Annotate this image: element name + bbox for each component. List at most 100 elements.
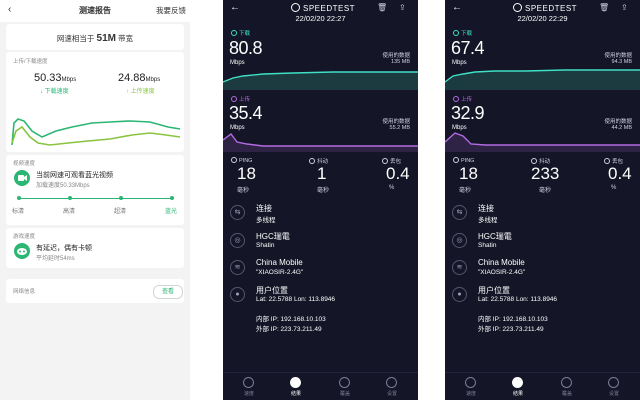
settings-gear-icon[interactable] bbox=[608, 377, 619, 388]
bandwidth-summary: 网速相当于 51M 带宽 bbox=[6, 33, 184, 44]
share-icon[interactable]: ⇪ bbox=[399, 3, 406, 12]
speed-gauge-icon[interactable] bbox=[243, 377, 254, 388]
speedtest-logo-icon bbox=[513, 3, 522, 12]
results-check-icon[interactable] bbox=[290, 377, 301, 388]
stage-dot bbox=[170, 196, 174, 200]
stage-dot bbox=[68, 196, 72, 200]
download-label: 下载 bbox=[453, 29, 472, 37]
feedback-link[interactable]: 我要反馈 bbox=[156, 5, 186, 16]
ping-label: PING bbox=[231, 157, 252, 164]
coverage-map-pin-icon[interactable] bbox=[339, 377, 350, 388]
external-ip: 外部 IP: 223.73.211.49 bbox=[256, 326, 322, 333]
stage-sd: 标清 bbox=[12, 209, 25, 215]
nav-results[interactable]: 结果 bbox=[281, 390, 311, 397]
provider-location: Shatin bbox=[478, 242, 497, 249]
network-info-label: 网络信息 bbox=[13, 289, 36, 295]
download-data-used-label: 使用的数据 bbox=[382, 53, 410, 59]
jitter-unit: 毫秒 bbox=[317, 188, 330, 194]
bottom-nav: 速度 结果 覆盖 设置 bbox=[445, 372, 640, 400]
download-speed: 50.33Mbps bbox=[34, 72, 76, 84]
stage-bluray: 蓝光 bbox=[165, 209, 178, 215]
video-camera-icon bbox=[14, 170, 30, 186]
speedtest-brand: SPEEDTEST bbox=[291, 3, 355, 13]
wifi-icon: ≋ bbox=[230, 260, 245, 275]
upload-speed-value: 24.88 bbox=[118, 72, 146, 84]
network-info-card: 网络信息 查看 bbox=[6, 279, 184, 303]
nav-results[interactable]: 结果 bbox=[503, 390, 533, 397]
download-speed-line bbox=[11, 118, 181, 146]
connection-icon: ⇆ bbox=[230, 205, 245, 220]
download-label: 下载 bbox=[231, 29, 250, 37]
download-graph bbox=[223, 71, 418, 90]
back-arrow-icon[interactable]: ← bbox=[230, 2, 240, 13]
results-check-icon[interactable] bbox=[512, 377, 523, 388]
game-latency-text: 有延迟，偶有卡顿 bbox=[36, 245, 92, 252]
ping-icon bbox=[453, 157, 459, 163]
stage-hd: 高清 bbox=[63, 209, 76, 215]
jitter-value: 233 bbox=[531, 164, 560, 183]
download-data-used-label: 使用的数据 bbox=[604, 53, 632, 59]
wifi-icon: ≋ bbox=[452, 260, 467, 275]
loss-value: 0.4 bbox=[386, 164, 410, 183]
trash-icon[interactable]: 🗑 bbox=[599, 3, 609, 12]
speedtest-brand: SPEEDTEST bbox=[513, 3, 577, 13]
nav-coverage[interactable]: 覆盖 bbox=[552, 390, 582, 397]
connection-icon: ⇆ bbox=[452, 205, 467, 220]
bandwidth-value: 51M bbox=[96, 33, 116, 44]
connection-title: 连接 bbox=[256, 204, 272, 213]
carrier-title: China Mobile bbox=[256, 258, 303, 267]
video-card: 视频速度 当前网速可观看蓝光视频 加载速度50.33Mbps 标清 高清 超清 … bbox=[6, 155, 184, 225]
trash-icon[interactable]: 🗑 bbox=[377, 3, 387, 12]
loss-unit: % bbox=[389, 185, 395, 191]
bandwidth-suffix: 带宽 bbox=[118, 34, 134, 43]
nav-speed[interactable]: 速度 bbox=[456, 390, 486, 397]
speed-section-title: 上传/下载速度 bbox=[13, 59, 48, 65]
download-icon bbox=[453, 30, 459, 36]
carrier-title: China Mobile bbox=[478, 258, 525, 267]
speed-gauge-icon[interactable] bbox=[465, 377, 476, 388]
upload-speed-line bbox=[11, 125, 181, 146]
view-network-button[interactable]: 查看 bbox=[153, 285, 183, 299]
location-coordinates: Lat: 22.5788 Lon: 113.8946 bbox=[256, 296, 336, 303]
speed-card: 上传/下载速度 50.33Mbps ↓ 下载速度 24.88Mbps ↑ 上传速… bbox=[6, 52, 184, 152]
upload-label: 上传 bbox=[453, 95, 472, 103]
nav-settings[interactable]: 设置 bbox=[377, 390, 407, 397]
nav-settings[interactable]: 设置 bbox=[599, 390, 629, 397]
back-arrow-icon[interactable]: ← bbox=[452, 2, 462, 13]
speed-report-screen: ‹ 测速报告 我要反馈 网速相当于 51M 带宽 上传/下载速度 50.33Mb… bbox=[0, 0, 190, 400]
bottom-nav: 速度 结果 覆盖 设置 bbox=[223, 372, 418, 400]
coverage-map-pin-icon[interactable] bbox=[561, 377, 572, 388]
upload-speed: 24.88Mbps bbox=[118, 72, 160, 84]
settings-gear-icon[interactable] bbox=[386, 377, 397, 388]
upload-label: 上传 bbox=[231, 95, 250, 103]
internal-ip: 内部 IP: 192.168.10.103 bbox=[478, 316, 548, 323]
user-location-icon: ● bbox=[230, 287, 245, 302]
share-icon[interactable]: ⇪ bbox=[621, 3, 628, 12]
ping-unit: 毫秒 bbox=[459, 188, 472, 194]
wifi-name: "XIAOSIR-2.4G" bbox=[478, 269, 526, 276]
nav-coverage[interactable]: 覆盖 bbox=[330, 390, 360, 397]
ping-value: 18 bbox=[459, 164, 478, 183]
upload-graph bbox=[445, 132, 640, 152]
location-title: 用户位置 bbox=[478, 286, 510, 295]
bandwidth-card: 网速相当于 51M 带宽 bbox=[6, 24, 184, 50]
download-graph bbox=[445, 69, 640, 90]
upload-speed-label: ↑ 上传速度 bbox=[126, 89, 155, 95]
speed-graph bbox=[11, 118, 181, 146]
loss-unit: % bbox=[611, 185, 617, 191]
download-speed-value: 50.33 bbox=[34, 72, 62, 84]
upload-icon bbox=[453, 96, 459, 102]
game-card: 游戏速度 有延迟，偶有卡顿 平均延时54ms bbox=[6, 228, 184, 268]
provider-title: HGC瑞電 bbox=[256, 232, 290, 241]
upload-speed-unit: Mbps bbox=[145, 77, 161, 83]
test-date: 22/02/20 22:27 bbox=[295, 14, 346, 23]
upload-value: 35.4 bbox=[229, 103, 263, 123]
nav-speed[interactable]: 速度 bbox=[234, 390, 264, 397]
download-value: 80.8 bbox=[229, 38, 263, 58]
stage-dot bbox=[119, 196, 123, 200]
ping-value: 18 bbox=[237, 164, 256, 183]
speedtest-result-screen-1: ← SPEEDTEST 🗑 ⇪ 22/02/20 22:27 下载 80.8 M… bbox=[223, 0, 418, 400]
video-section-title: 视频速度 bbox=[13, 161, 36, 167]
bandwidth-prefix: 网速相当于 bbox=[56, 34, 95, 43]
upload-data-used-label: 使用的数据 bbox=[382, 119, 410, 125]
